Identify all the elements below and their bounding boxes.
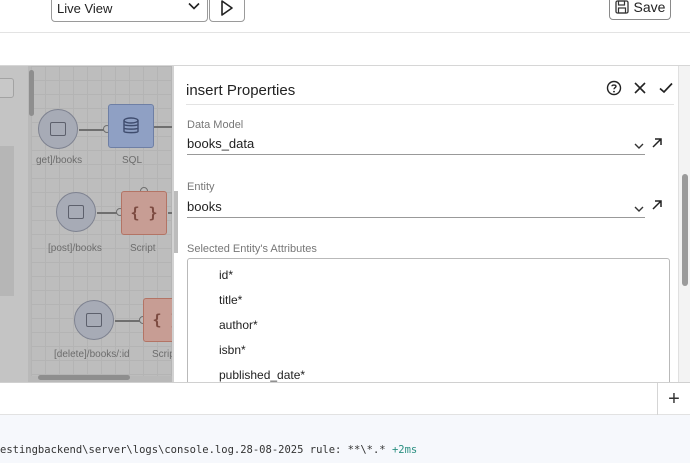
script-braces-icon: { } bbox=[152, 311, 172, 329]
panel-divider bbox=[186, 104, 674, 105]
palette-search-icon[interactable] bbox=[0, 78, 14, 98]
node-label: Script bbox=[130, 243, 156, 254]
add-button[interactable]: + bbox=[657, 383, 690, 416]
close-icon[interactable] bbox=[632, 80, 648, 96]
endpoint-node-get-books[interactable] bbox=[38, 109, 78, 149]
canvas-horizontal-scrollbar[interactable] bbox=[38, 375, 130, 380]
endpoint-icon bbox=[86, 313, 102, 327]
canvas-vertical-scrollbar[interactable] bbox=[29, 70, 34, 116]
floppy-disk-icon bbox=[614, 0, 629, 14]
console-log-line: estingbackend\server\logs\console.log.28… bbox=[0, 444, 417, 456]
node-label: SQL bbox=[122, 155, 143, 166]
save-button-label: Save bbox=[633, 0, 666, 15]
open-external-icon[interactable] bbox=[650, 136, 664, 150]
run-button[interactable] bbox=[209, 0, 245, 22]
console-log-path: estingbackend\server\logs\console.log.28… bbox=[0, 444, 386, 456]
open-external-icon[interactable] bbox=[650, 198, 664, 212]
panel-title: insert Properties bbox=[186, 82, 296, 99]
attributes-label: Selected Entity's Attributes bbox=[187, 243, 317, 255]
entity-label: Entity bbox=[187, 181, 215, 193]
panel-actions bbox=[606, 80, 674, 96]
sql-node[interactable] bbox=[108, 104, 154, 148]
node-label: [post]/books bbox=[48, 243, 102, 254]
node-palette bbox=[0, 66, 28, 382]
view-mode-value: Live View bbox=[57, 0, 113, 16]
entity-select[interactable]: books bbox=[187, 199, 645, 218]
panel-scrollbar-thumb[interactable] bbox=[682, 174, 688, 286]
panel-resize-handle[interactable] bbox=[174, 191, 178, 253]
list-item[interactable]: isbn* bbox=[219, 343, 246, 357]
toolbar-divider bbox=[0, 32, 690, 33]
help-icon[interactable] bbox=[606, 80, 622, 96]
list-item[interactable]: title* bbox=[219, 293, 242, 307]
toolbar: Live View Save bbox=[0, 0, 690, 66]
save-button[interactable]: Save bbox=[609, 0, 671, 20]
endpoint-icon bbox=[50, 122, 66, 136]
chevron-down-icon[interactable] bbox=[633, 140, 645, 152]
palette-list bbox=[0, 146, 14, 296]
script-node[interactable]: { } bbox=[121, 191, 167, 235]
endpoint-node-post-books[interactable] bbox=[56, 192, 96, 232]
node-label: get]/books bbox=[36, 155, 83, 166]
node-label: [delete]/books/:id bbox=[54, 349, 130, 360]
chevron-down-icon bbox=[188, 2, 200, 10]
endpoint-icon bbox=[68, 205, 84, 219]
script-node[interactable]: { } bbox=[143, 298, 172, 342]
list-item[interactable]: published_date* bbox=[219, 368, 305, 382]
properties-panel: insert Properties Data Model books_data … bbox=[172, 66, 678, 388]
play-icon bbox=[221, 0, 233, 16]
chevron-down-icon[interactable] bbox=[633, 203, 645, 215]
script-braces-icon: { } bbox=[130, 204, 158, 222]
panel-scrollbar[interactable] bbox=[678, 66, 690, 382]
connector-line bbox=[154, 126, 172, 128]
console-input-bar[interactable]: + bbox=[0, 382, 690, 416]
data-model-select[interactable]: books_data bbox=[187, 136, 645, 155]
database-icon bbox=[123, 117, 139, 134]
console-log-elapsed: +2ms bbox=[391, 444, 418, 456]
attributes-list[interactable]: id* title* author* isbn* published_date* bbox=[187, 258, 670, 388]
endpoint-node-delete-book[interactable] bbox=[74, 300, 114, 340]
console-output: estingbackend\server\logs\console.log.28… bbox=[0, 415, 690, 463]
list-item[interactable]: id* bbox=[219, 268, 233, 282]
view-mode-select[interactable]: Live View bbox=[51, 0, 208, 22]
app-window: Live View Save get]/books SQL {} [post]… bbox=[0, 0, 690, 463]
data-model-label: Data Model bbox=[187, 119, 244, 131]
node-label: Scrip bbox=[152, 349, 172, 360]
list-item[interactable]: author* bbox=[219, 318, 258, 332]
flow-canvas[interactable]: get]/books SQL { } [post]/books Script {… bbox=[0, 66, 172, 382]
check-icon[interactable] bbox=[658, 80, 674, 96]
